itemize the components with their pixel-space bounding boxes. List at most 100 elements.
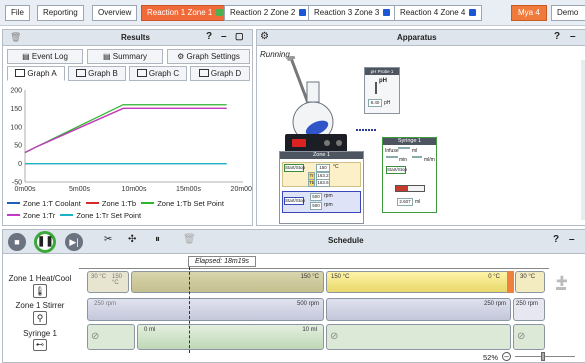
tab-reporting[interactable]: Reporting [37, 5, 84, 21]
row-label-syringe: Syringe 1 [23, 329, 57, 338]
waveform-icon [76, 69, 87, 77]
tb-label: Tb [308, 179, 315, 187]
syringe-value: 2.607 [397, 198, 413, 206]
demo-button[interactable]: Demo [551, 5, 585, 21]
syringe-start-stop-button[interactable]: Start/Stop [386, 166, 407, 174]
heat-segment-1[interactable]: 150 °C [131, 271, 324, 293]
waveform-icon [136, 69, 147, 77]
zoom-out-button[interactable]: – [502, 352, 511, 361]
tab-reaction-1[interactable]: Reaction 1 Zone 1 [141, 5, 230, 21]
tab-overview[interactable]: Overview [92, 5, 138, 21]
row-label-stirrer: Zone 1 Stirrer [15, 301, 65, 310]
volume-unit: ml [412, 148, 418, 154]
ph-unit-label: pH [379, 78, 387, 84]
stop-button[interactable]: ■ [8, 233, 26, 251]
document-icon: ▤ [22, 52, 32, 61]
move-icon[interactable]: ✣ [128, 234, 136, 245]
disabled-icon: ⊘ [517, 331, 526, 342]
series-line-3 [24, 107, 227, 154]
legend-item: Zone 1:Tb [85, 199, 136, 208]
rate-input[interactable] [412, 156, 422, 158]
y-tick-label: 150 [10, 106, 22, 113]
graph-settings-button[interactable]: ⚙ Graph Settings [167, 49, 250, 64]
user-button[interactable]: Mya 4 [511, 5, 547, 21]
trash-icon[interactable]: 🗑 [10, 32, 21, 43]
tb-value: 163.6 [316, 179, 330, 187]
zoom-slider-thumb[interactable] [541, 352, 545, 361]
syringe-value-unit: ml [415, 199, 421, 205]
heat-segment-3[interactable]: 30 °C [515, 271, 545, 293]
trash-icon[interactable]: 🗑 [183, 234, 196, 245]
tab-graph-b[interactable]: Graph B [68, 66, 126, 81]
time-input[interactable] [386, 156, 398, 158]
heat-segment-2[interactable]: 150 °C 0 °C [326, 271, 511, 293]
apparatus-title: Apparatus [397, 33, 437, 42]
summary-button[interactable]: ▤ Summary [87, 49, 163, 64]
syringe-segment-idle-1[interactable]: ⊘ [87, 324, 135, 350]
stirrer-icon: ⚲ [33, 311, 47, 325]
tab-reaction-3[interactable]: Reaction 3 Zone 3 [308, 5, 397, 21]
minimize-icon[interactable]: – [570, 31, 576, 42]
status-square-icon [383, 9, 391, 16]
current-step-marker[interactable] [507, 271, 514, 293]
zone-start-stop-button[interactable]: Start/Stop [284, 164, 305, 172]
flask-icon [285, 56, 347, 153]
syringe-segment-idle-2[interactable]: ⊘ [326, 324, 511, 350]
ph-value-unit: pH [384, 100, 391, 106]
minimize-icon[interactable]: – [221, 31, 227, 42]
apparatus-header: ⚙ Apparatus ? – [257, 30, 585, 46]
stir-segment-3[interactable]: 250 rpm [513, 298, 545, 321]
stir-actual: 500 [310, 202, 322, 210]
help-icon[interactable]: ? [206, 31, 212, 42]
zoom-slider[interactable] [515, 356, 575, 357]
x-tick-label: 15m00s [176, 186, 201, 193]
ph-value: 8.40 [368, 99, 382, 107]
scrollbar[interactable] [581, 60, 585, 220]
stir-segment-2[interactable]: 250 rpm [326, 298, 511, 321]
tab-graph-d[interactable]: Graph D [190, 66, 250, 81]
pause-button[interactable]: ❚❚ [34, 231, 56, 253]
tab-reaction-2[interactable]: Reaction 2 Zone 2 [224, 5, 313, 21]
pause-step-icon[interactable]: ⏸ [155, 234, 160, 245]
document-icon: ▤ [102, 52, 113, 61]
results-panel: 🗑 Results ? – ▢ ▤ Event Log ▤ Summary ⚙ … [2, 29, 253, 226]
tab-graph-a[interactable]: Graph A [7, 66, 65, 81]
legend-item: Zone 1:Tr Set Point [60, 211, 141, 220]
help-icon[interactable]: ? [554, 31, 560, 42]
syringe-icon [395, 185, 425, 192]
help-icon[interactable]: ? [553, 234, 559, 245]
tab-reaction-4[interactable]: Reaction 4 Zone 4 [394, 5, 483, 21]
infuse-label: Infuse [385, 148, 399, 154]
ph-probe-title: pH Probe 1 [365, 68, 399, 75]
timeline-axis [79, 268, 549, 269]
legend: Zone 1:T Coolant Zone 1:Tb Zone 1:Tb Set… [7, 199, 224, 208]
event-log-button[interactable]: ▤ Event Log [7, 49, 83, 64]
elapsed-marker-line [189, 267, 190, 353]
ph-probe-widget: pH Probe 1 pH 8.40 pH [364, 67, 400, 114]
apparatus-panel: ⚙ Apparatus ? – Running Zone 1 Start/Sto… [256, 29, 585, 226]
stir-start-stop-button[interactable]: Start/Stop [284, 197, 305, 205]
scissors-icon[interactable]: ✂ [104, 234, 112, 245]
tab-file[interactable]: File [5, 5, 30, 21]
remove-icon[interactable] [556, 287, 566, 290]
tab-graph-c[interactable]: Graph C [129, 66, 187, 81]
schedule-header: ■ ❚❚ ▶| ✂ ✣ ⏸ 🗑 Schedule ? – [3, 230, 585, 254]
status-square-icon [469, 9, 477, 16]
probe-icon [375, 82, 377, 94]
setpoint-input[interactable]: 150 [316, 164, 330, 172]
heat-segment-start[interactable]: 30 °C 150 °C [87, 271, 129, 293]
skip-button[interactable]: ▶| [65, 233, 83, 251]
x-tick-label: 20m00s [231, 186, 252, 193]
syringe-title: Syringe 1 [383, 138, 436, 145]
maximize-icon[interactable]: ▢ [235, 31, 244, 42]
syringe-widget: Syringe 1 Infuse ml min ml/m Start/Stop … [382, 137, 437, 213]
stir-segment-1[interactable]: 250 rpm 500 rpm [87, 298, 324, 321]
legend-item: Zone 1:T Coolant [7, 199, 81, 208]
syringe-segment-1[interactable]: 0 ml 10 ml [137, 324, 324, 350]
disabled-icon: ⊘ [91, 331, 100, 342]
volume-input[interactable] [398, 147, 410, 149]
stir-set-input[interactable]: 500 [310, 193, 322, 201]
syringe-segment-idle-3[interactable]: ⊘ [513, 324, 545, 350]
gear-icon[interactable]: ⚙ [260, 31, 269, 42]
minimize-icon[interactable]: – [569, 234, 575, 245]
